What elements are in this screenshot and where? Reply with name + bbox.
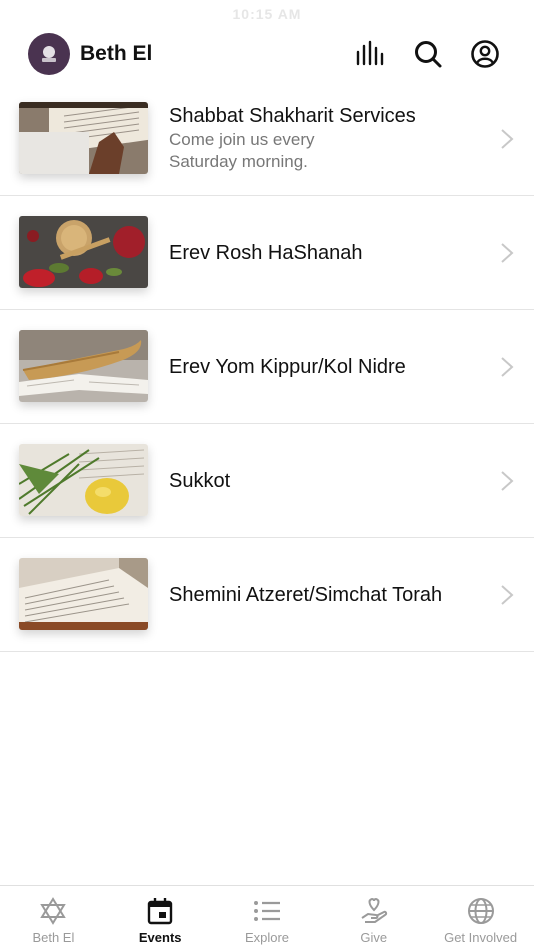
event-subtitle: Come join us every Saturday morning. (169, 130, 315, 171)
calendar-icon (145, 896, 175, 926)
star-of-david-icon (38, 896, 68, 926)
event-thumbnail (19, 444, 148, 516)
list-icon (252, 896, 282, 926)
chevron-right-icon (500, 128, 514, 150)
app-header: Beth El (0, 28, 534, 82)
tab-give[interactable]: Give (320, 886, 427, 950)
tab-get-involved[interactable]: Get Involved (427, 886, 534, 950)
hand-heart-icon (359, 896, 389, 926)
event-thumbnail (19, 330, 148, 402)
event-title: Sukkot (169, 469, 231, 492)
list-item[interactable]: Shabbat Shakharit Services Come join us … (0, 82, 534, 196)
audio-bars-icon[interactable] (354, 38, 386, 70)
chevron-right-icon (500, 356, 514, 378)
event-thumbnail (19, 558, 148, 630)
app-title: Beth El (80, 42, 153, 65)
chevron-right-icon (500, 470, 514, 492)
list-item[interactable]: Erev Yom Kippur/Kol Nidre (0, 310, 534, 424)
search-icon[interactable] (412, 38, 444, 70)
events-list: Shabbat Shakharit Services Come join us … (0, 82, 534, 652)
event-thumbnail (19, 216, 148, 288)
chevron-right-icon (500, 584, 514, 606)
tab-explore[interactable]: Explore (214, 886, 321, 950)
tab-label: Explore (244, 930, 290, 945)
event-title: Erev Yom Kippur/Kol Nidre (169, 355, 406, 378)
tab-label: Events (138, 930, 182, 945)
tab-label: Get Involved (444, 930, 518, 945)
avatar[interactable] (28, 33, 70, 75)
tab-beth-el[interactable]: Beth El (0, 886, 107, 950)
chevron-right-icon (500, 242, 514, 264)
tab-label: Beth El (32, 930, 75, 945)
list-item[interactable]: Erev Rosh HaShanah (0, 196, 534, 310)
event-title: Erev Rosh HaShanah (169, 241, 363, 264)
logo-icon (42, 46, 56, 62)
event-title: Shabbat Shakharit Services (169, 105, 416, 127)
list-item[interactable]: Sukkot (0, 424, 534, 538)
status-time: 10:15 AM (232, 6, 302, 22)
event-thumbnail (19, 102, 148, 174)
account-icon[interactable] (469, 38, 501, 70)
event-title: Shemini Atzeret/Simchat Torah (169, 583, 443, 606)
tab-label: Give (360, 930, 388, 945)
globe-icon (466, 896, 496, 926)
tab-events[interactable]: Events (107, 886, 214, 950)
list-item[interactable]: Shemini Atzeret/Simchat Torah (0, 538, 534, 652)
tab-bar: Beth El Events Explore Give Get Involved (0, 885, 534, 950)
